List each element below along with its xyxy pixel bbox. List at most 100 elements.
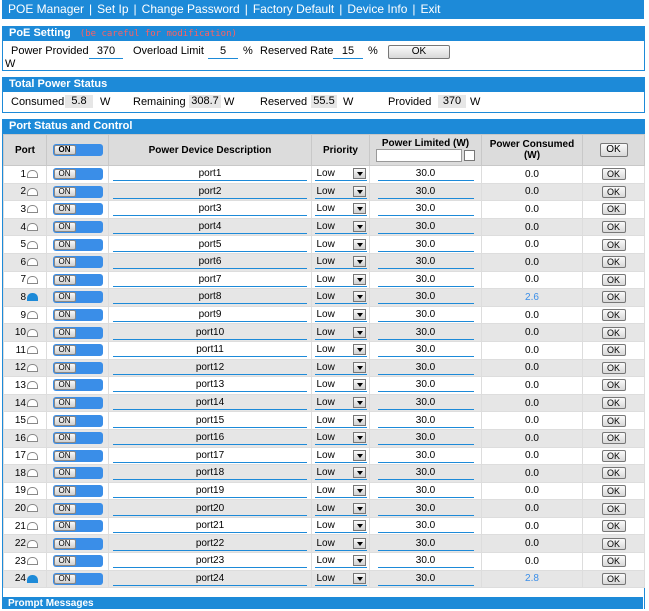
port-ok-button[interactable]: OK	[601, 238, 626, 251]
chevron-down-icon[interactable]	[352, 291, 366, 303]
power-limit-input[interactable]	[377, 571, 474, 586]
port-ok-button[interactable]: OK	[601, 309, 626, 322]
chevron-down-icon[interactable]	[352, 168, 366, 180]
chevron-down-icon[interactable]	[352, 185, 366, 197]
description-input[interactable]	[113, 255, 307, 270]
priority-select[interactable]: Low	[314, 396, 367, 411]
power-limit-input[interactable]	[377, 413, 474, 428]
port-ok-button[interactable]: OK	[601, 502, 626, 515]
port-toggle-switch[interactable]: ON	[52, 502, 103, 515]
chevron-down-icon[interactable]	[352, 309, 366, 321]
power-limit-input[interactable]	[377, 431, 474, 446]
priority-select[interactable]: Low	[314, 519, 367, 534]
chevron-down-icon[interactable]	[352, 537, 366, 549]
port-toggle-switch[interactable]: ON	[52, 414, 103, 427]
port-toggle-switch[interactable]: ON	[52, 256, 103, 269]
chevron-down-icon[interactable]	[352, 432, 366, 444]
power-limit-input[interactable]	[377, 466, 474, 481]
port-ok-button[interactable]: OK	[601, 520, 626, 533]
poe-setting-ok-button[interactable]: OK	[388, 45, 450, 59]
power-limit-input[interactable]	[377, 378, 474, 393]
description-input[interactable]	[113, 536, 307, 551]
chevron-down-icon[interactable]	[352, 502, 366, 514]
priority-select[interactable]: Low	[314, 431, 367, 446]
overload-limit-input[interactable]	[208, 44, 238, 59]
power-limit-input[interactable]	[377, 325, 474, 340]
port-ok-button[interactable]: OK	[601, 414, 626, 427]
port-ok-button[interactable]: OK	[601, 555, 626, 568]
priority-select[interactable]: Low	[314, 484, 367, 498]
port-ok-button[interactable]: OK	[601, 221, 626, 234]
priority-select[interactable]: Low	[314, 466, 367, 481]
port-ok-button[interactable]: OK	[601, 273, 626, 286]
chevron-down-icon[interactable]	[352, 221, 366, 233]
description-input[interactable]	[113, 272, 307, 287]
chevron-down-icon[interactable]	[352, 467, 366, 479]
description-input[interactable]	[113, 220, 307, 235]
chevron-down-icon[interactable]	[352, 361, 366, 373]
port-toggle-switch[interactable]: ON	[52, 379, 103, 392]
nav-exit[interactable]: Exit	[418, 0, 444, 19]
nav-change-password[interactable]: Change Password	[139, 0, 243, 19]
priority-select[interactable]: Low	[314, 554, 367, 569]
port-ok-button[interactable]: OK	[601, 484, 626, 497]
description-input[interactable]	[113, 360, 307, 375]
power-limit-input[interactable]	[377, 272, 474, 287]
nav-factory-default[interactable]: Factory Default	[250, 0, 337, 19]
priority-select[interactable]: Low	[314, 414, 367, 428]
port-toggle-switch[interactable]: ON	[52, 326, 103, 339]
description-input[interactable]	[113, 343, 307, 358]
power-limit-input[interactable]	[377, 202, 474, 217]
port-toggle-switch[interactable]: ON	[52, 309, 103, 322]
port-toggle-switch[interactable]: ON	[52, 467, 103, 480]
chevron-down-icon[interactable]	[352, 449, 366, 461]
priority-select[interactable]: Low	[314, 361, 367, 375]
chevron-down-icon[interactable]	[352, 326, 366, 338]
description-input[interactable]	[113, 167, 307, 182]
port-ok-button[interactable]: OK	[601, 291, 626, 304]
priority-select[interactable]: Low	[314, 378, 367, 393]
power-provided-input[interactable]	[89, 44, 123, 59]
port-ok-button[interactable]: OK	[601, 203, 626, 216]
nav-device-info[interactable]: Device Info	[344, 0, 410, 19]
description-input[interactable]	[113, 519, 307, 534]
port-ok-button[interactable]: OK	[601, 379, 626, 392]
priority-select[interactable]: Low	[314, 167, 367, 182]
port-ok-button[interactable]: OK	[601, 572, 626, 585]
priority-select[interactable]: Low	[314, 290, 367, 305]
priority-select[interactable]: Low	[314, 502, 367, 516]
description-input[interactable]	[113, 396, 307, 411]
chevron-down-icon[interactable]	[352, 273, 366, 285]
priority-select[interactable]: Low	[314, 220, 367, 235]
port-ok-button[interactable]: OK	[601, 432, 626, 445]
chevron-down-icon[interactable]	[352, 397, 366, 409]
priority-select[interactable]: Low	[314, 537, 367, 551]
port-ok-button[interactable]: OK	[601, 168, 626, 181]
port-toggle-switch[interactable]: ON	[52, 361, 103, 374]
power-limit-input[interactable]	[377, 290, 474, 305]
chevron-down-icon[interactable]	[352, 238, 366, 250]
priority-select[interactable]: Low	[314, 273, 367, 287]
limit-all-checkbox[interactable]	[464, 150, 476, 161]
power-limit-input[interactable]	[377, 220, 474, 235]
chevron-down-icon[interactable]	[352, 344, 366, 356]
power-limit-input[interactable]	[377, 501, 474, 516]
port-toggle-switch[interactable]: ON	[52, 221, 103, 234]
power-limit-input[interactable]	[377, 184, 474, 199]
toggle-all-switch[interactable]: ON	[52, 144, 103, 156]
description-input[interactable]	[113, 448, 307, 463]
port-ok-button[interactable]: OK	[601, 344, 626, 357]
port-ok-button[interactable]: OK	[601, 537, 626, 550]
nav-set-ip[interactable]: Set Ip	[94, 0, 131, 19]
reserved-rate-input[interactable]	[333, 44, 363, 59]
chevron-down-icon[interactable]	[352, 484, 366, 496]
port-ok-button[interactable]: OK	[601, 256, 626, 269]
port-ok-button[interactable]: OK	[601, 449, 626, 462]
port-toggle-switch[interactable]: ON	[52, 185, 103, 198]
port-toggle-switch[interactable]: ON	[52, 238, 103, 251]
port-toggle-switch[interactable]: ON	[52, 449, 103, 462]
power-limit-input[interactable]	[377, 554, 474, 569]
power-limit-input[interactable]	[377, 536, 474, 551]
port-toggle-switch[interactable]: ON	[52, 432, 103, 445]
power-limit-input[interactable]	[377, 308, 474, 323]
